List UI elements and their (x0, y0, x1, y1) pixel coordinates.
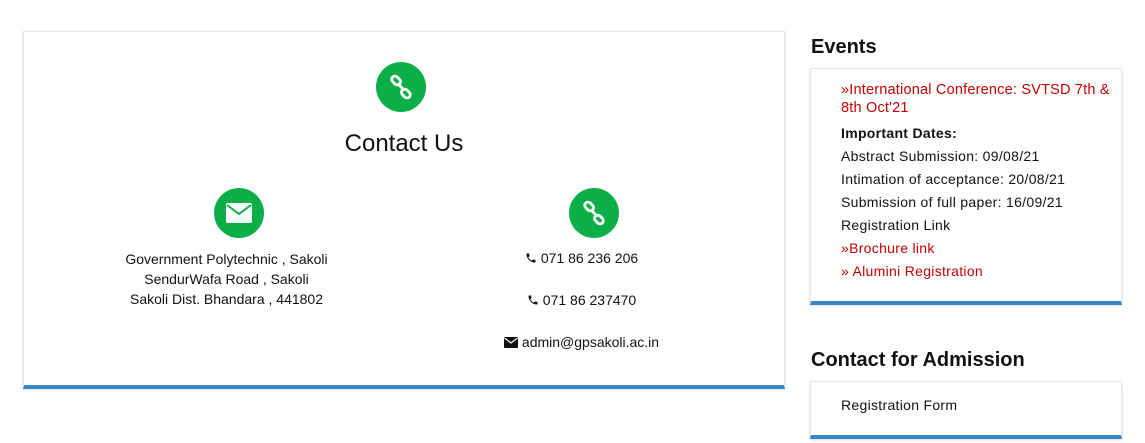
conference-link[interactable]: »International Conference: SVTSD 7th & 8… (841, 81, 1121, 117)
admission-heading: Contact for Admission (811, 349, 1025, 371)
phone-number: 071 86 237470 (542, 292, 637, 308)
phone-line[interactable]: 071 86 236 206 (444, 250, 719, 266)
intimation-date: Intimation of acceptance: 20/08/21 (841, 171, 1066, 187)
phone-number: 071 86 236 206 (540, 250, 639, 266)
events-card: »International Conference: SVTSD 7th & 8… (810, 68, 1122, 305)
contact-us-card: Contact Us Government Polytechnic , Sako… (23, 31, 785, 389)
alumni-registration-link[interactable]: » Alumini Registration (841, 260, 1121, 283)
admission-card: Registration Form (810, 381, 1122, 439)
envelope-icon (503, 336, 518, 348)
address-line: Sakoli Dist. Bhandara , 441802 (129, 291, 323, 307)
abstract-date: Abstract Submission: 09/08/21 (841, 148, 1040, 164)
phone-icon (528, 295, 538, 305)
email-address: admin@gpsakoli.ac.in (521, 334, 660, 350)
link-icon (376, 62, 426, 112)
address-line: SendurWafa Road , Sakoli (144, 271, 309, 287)
events-heading: Events (811, 36, 877, 58)
envelope-icon (214, 188, 264, 238)
address-block: Government Polytechnic , Sakoli SendurWa… (84, 249, 369, 309)
important-dates-label: Important Dates: (841, 125, 958, 141)
address-line: Government Polytechnic , Sakoli (125, 251, 328, 267)
brochure-link[interactable]: »Brochure link (841, 237, 1121, 260)
phone-line[interactable]: 071 86 237470 (444, 292, 719, 308)
full-paper-date: Submission of full paper: 16/09/21 (841, 194, 1063, 210)
contact-us-title: Contact Us (344, 130, 464, 157)
registration-link[interactable]: Registration Link (841, 214, 1121, 237)
phone-icon (526, 253, 536, 263)
registration-form-link[interactable]: Registration Form (841, 394, 1121, 417)
link-icon (569, 188, 619, 238)
email-line[interactable]: admin@gpsakoli.ac.in (444, 334, 719, 350)
